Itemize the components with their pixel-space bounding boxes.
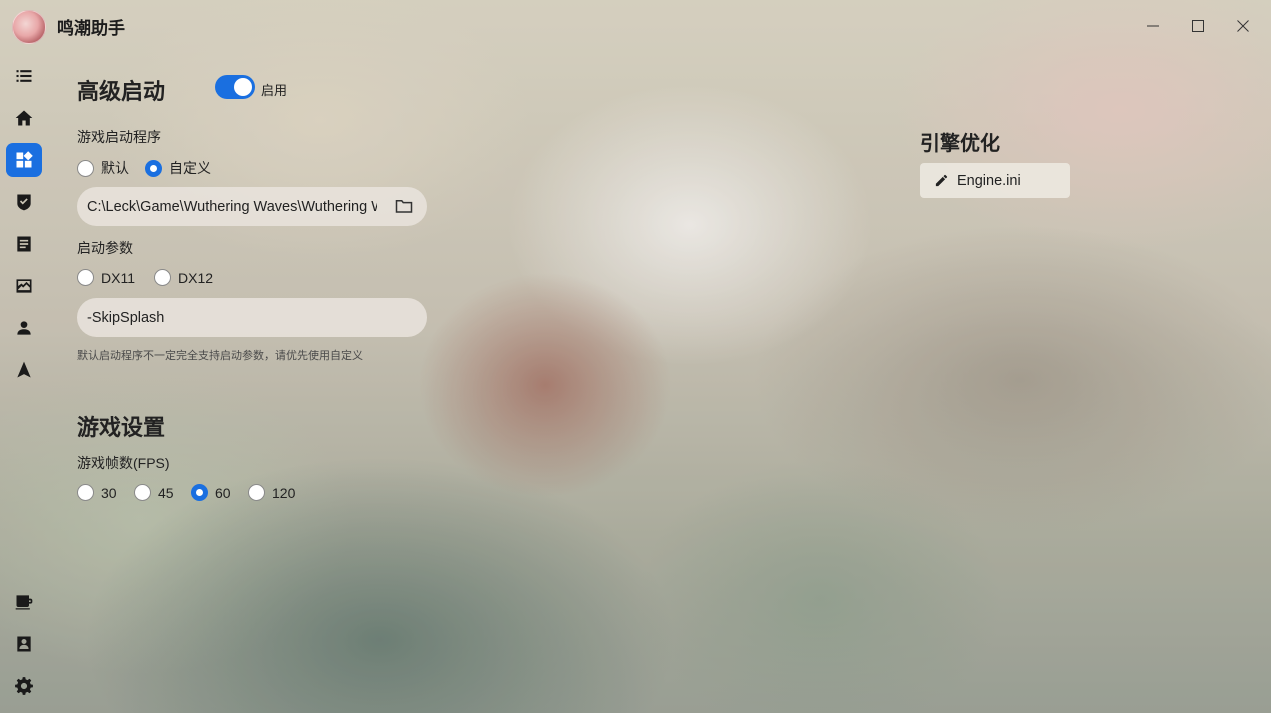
game-settings-title: 游戏设置 — [77, 415, 166, 440]
launcher-option-custom[interactable]: 自定义 — [145, 158, 211, 178]
radio-button-checked[interactable] — [191, 484, 208, 501]
sidebar-item-articles[interactable] — [6, 227, 42, 261]
widgets-icon — [16, 151, 33, 168]
home-icon — [15, 110, 33, 126]
close-icon — [1237, 20, 1249, 32]
launch-params-value[interactable]: -SkipSplash — [87, 310, 377, 326]
title-bar: 鸣潮助手 — [0, 0, 1271, 52]
contact-icon — [17, 636, 31, 652]
launcher-option-custom-label: 自定义 — [169, 160, 211, 176]
sidebar-item-settings[interactable] — [6, 669, 42, 703]
fps-option-45[interactable]: 45 — [134, 484, 191, 501]
advanced-launch-title: 高级启动 — [77, 79, 166, 104]
dx-option-dx12-label: DX12 — [178, 269, 214, 286]
edit-pencil-icon — [935, 174, 948, 187]
sidebar-item-list[interactable] — [6, 59, 42, 93]
fps-option-45-label: 45 — [158, 484, 174, 501]
radio-button[interactable] — [77, 159, 94, 177]
fps-radio-group: 30 45 60 120 — [77, 484, 295, 501]
close-button[interactable] — [1225, 10, 1261, 42]
sidebar-item-contact[interactable] — [6, 627, 42, 661]
launcher-label: 游戏启动程序 — [77, 129, 161, 145]
sidebar-item-navigation[interactable] — [6, 353, 42, 387]
coffee-icon — [15, 595, 33, 610]
sidebar-item-gallery[interactable] — [6, 269, 42, 303]
fps-option-30-label: 30 — [101, 484, 117, 501]
dx-radio-group: DX11 DX12 — [77, 269, 213, 286]
fps-option-60[interactable]: 60 — [191, 484, 248, 501]
folder-icon[interactable] — [395, 198, 413, 214]
dx-option-dx12[interactable]: DX12 — [154, 269, 213, 286]
radio-button-checked[interactable] — [145, 159, 162, 177]
radio-button[interactable] — [77, 484, 94, 501]
radio-button[interactable] — [77, 269, 94, 286]
launcher-option-default-label: 默认 — [101, 160, 129, 176]
gallery-icon — [16, 279, 32, 293]
sidebar-item-coffee[interactable] — [6, 585, 42, 619]
launcher-option-default[interactable]: 默认 — [77, 158, 145, 178]
sidebar — [0, 52, 48, 713]
engine-ini-label: Engine.ini — [957, 172, 1021, 189]
task-check-icon — [17, 194, 31, 211]
radio-button[interactable] — [154, 269, 171, 286]
dx-option-dx11-label: DX11 — [101, 269, 135, 286]
toggle-knob — [234, 78, 252, 96]
advanced-launch-toggle[interactable] — [215, 75, 255, 99]
minimize-button[interactable] — [1135, 10, 1171, 42]
fps-option-60-label: 60 — [215, 484, 231, 501]
sidebar-item-tasks[interactable] — [6, 185, 42, 219]
params-label: 启动参数 — [77, 240, 133, 256]
engine-optimization-title: 引擎优化 — [920, 133, 1000, 155]
launch-params-field[interactable]: -SkipSplash — [77, 298, 427, 337]
minimize-icon — [1147, 25, 1159, 27]
advanced-launch-toggle-label: 启用 — [261, 83, 288, 98]
fps-option-120[interactable]: 120 — [248, 484, 295, 501]
launch-params-hint: 默认启动程序不一定完全支持启动参数，请优先使用自定义 — [77, 350, 363, 362]
list-icon — [16, 70, 32, 82]
launcher-radio-group: 默认 自定义 — [77, 158, 211, 178]
sidebar-item-home[interactable] — [6, 101, 42, 135]
settings-gear-icon — [15, 677, 33, 695]
app-title: 鸣潮助手 — [57, 19, 125, 38]
engine-ini-button[interactable]: Engine.ini — [920, 163, 1070, 198]
launcher-path-field[interactable]: C:\Leck\Game\Wuthering Waves\Wuthering W… — [77, 187, 427, 226]
sidebar-item-profile[interactable] — [6, 311, 42, 345]
navigation-icon — [17, 361, 31, 378]
maximize-icon — [1192, 20, 1204, 32]
radio-button[interactable] — [134, 484, 151, 501]
article-icon — [17, 236, 31, 252]
person-icon — [17, 321, 31, 335]
maximize-button[interactable] — [1180, 10, 1216, 42]
fps-option-120-label: 120 — [272, 484, 296, 501]
sidebar-item-widgets[interactable] — [6, 143, 42, 177]
fps-option-30[interactable]: 30 — [77, 484, 134, 501]
launcher-path-value[interactable]: C:\Leck\Game\Wuthering Waves\Wuthering W… — [87, 199, 377, 215]
fps-label: 游戏帧数(FPS) — [77, 455, 170, 471]
app-logo — [12, 10, 46, 44]
radio-button[interactable] — [248, 484, 265, 501]
dx-option-dx11[interactable]: DX11 — [77, 269, 154, 286]
